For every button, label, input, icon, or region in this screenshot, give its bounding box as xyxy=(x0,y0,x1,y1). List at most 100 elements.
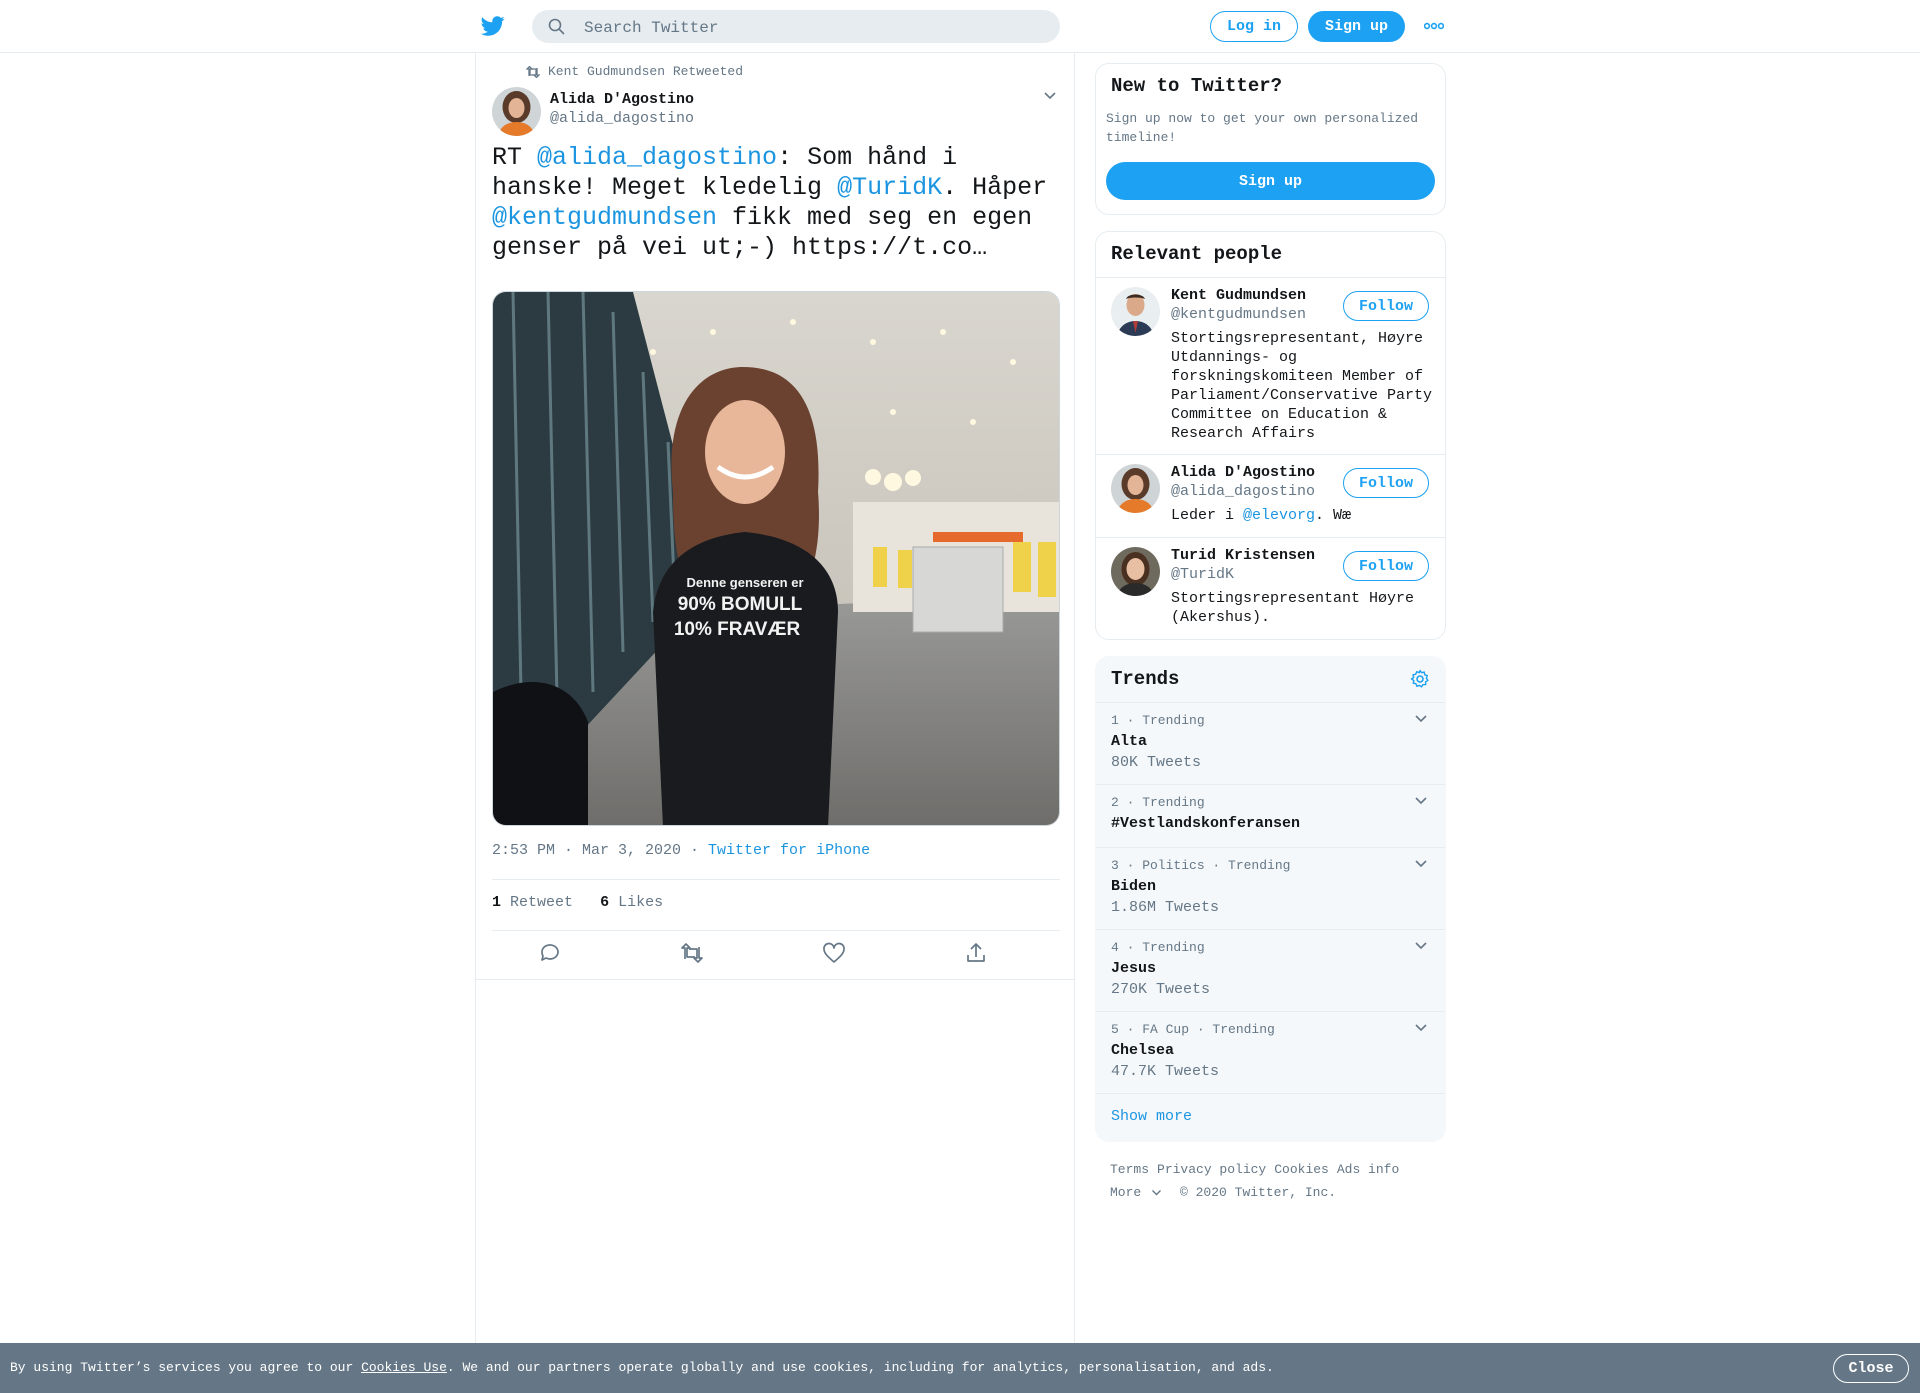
footer-link-terms[interactable]: Terms xyxy=(1110,1162,1149,1177)
person-name[interactable]: Turid Kristensen xyxy=(1171,547,1315,564)
tweet-timestamp[interactable]: 2:53 PM · Mar 3, 2020 xyxy=(492,842,681,859)
tweet-actions xyxy=(492,931,1060,979)
card-title: Relevant people xyxy=(1111,243,1283,265)
trend-item[interactable]: 5 · FA Cup · Trending Chelsea 47.7K Twee… xyxy=(1096,1011,1445,1094)
follow-button[interactable]: Follow xyxy=(1343,468,1429,498)
bio-text: Leder i xyxy=(1171,507,1244,524)
like-icon[interactable] xyxy=(822,941,846,965)
new-to-twitter-card: New to Twitter? Sign up now to get your … xyxy=(1095,63,1446,215)
trend-count: 80K Tweets xyxy=(1111,754,1202,771)
chevron-down-icon[interactable] xyxy=(1043,91,1057,101)
footer-link-ads-info[interactable]: Ads info xyxy=(1337,1162,1399,1177)
hoodie-text-line: 10% FRAVÆR xyxy=(674,619,801,640)
cookie-text-part: . We and our partners operate globally a… xyxy=(446,1360,1274,1375)
mention-link[interactable]: @TuridK xyxy=(837,173,942,202)
person-avatar[interactable] xyxy=(1111,547,1160,596)
mention-link[interactable]: @alida_dagostino xyxy=(537,143,777,172)
footer-link-privacy[interactable]: Privacy policy xyxy=(1157,1162,1266,1177)
person-avatar[interactable] xyxy=(1111,287,1160,336)
tweet-column: Kent Gudmundsen Retweeted Alida D'Agosti… xyxy=(475,53,1075,1343)
retweeted-by-link[interactable]: Kent Gudmundsen Retweeted xyxy=(548,64,743,79)
person-bio: Stortingsrepresentant Høyre (Akershus). xyxy=(1171,590,1415,626)
trend-name[interactable]: #Vestlandskonferansen xyxy=(1111,815,1300,832)
person-bio: Leder i @elevorg. Wæ xyxy=(1171,506,1436,525)
chevron-down-icon[interactable] xyxy=(1414,941,1428,951)
trend-item[interactable]: 3 · Politics · Trending Biden 1.86M Twee… xyxy=(1096,847,1445,930)
cookie-text-part: By using Twitter’s services you agree to… xyxy=(10,1360,362,1375)
tweet-text-part: . Håper xyxy=(942,173,1063,202)
trend-name[interactable]: Alta xyxy=(1111,733,1147,750)
retweet-count[interactable]: 1 xyxy=(492,894,501,911)
meta-separator: · xyxy=(681,842,709,859)
trend-item[interactable]: 4 · Trending Jesus 270K Tweets xyxy=(1096,929,1445,1012)
cookies-use-link[interactable]: Cookies Use xyxy=(361,1360,447,1375)
footer-more-label: More xyxy=(1110,1185,1142,1200)
search-input[interactable] xyxy=(582,10,1046,45)
trend-item[interactable]: 2 · Trending #Vestlandskonferansen xyxy=(1096,784,1445,848)
show-more-row: Show more xyxy=(1096,1093,1445,1141)
login-button[interactable]: Log in xyxy=(1210,11,1298,42)
chevron-down-icon[interactable] xyxy=(1414,1023,1428,1033)
footer-more-button[interactable]: More xyxy=(1110,1185,1162,1200)
search-icon xyxy=(548,18,565,35)
cookie-close-button[interactable]: Close xyxy=(1833,1354,1909,1383)
copyright: © 2020 Twitter, Inc. xyxy=(1180,1185,1337,1200)
trends-card: Trends 1 · Trending Alta 80K Tweets 2 · … xyxy=(1095,656,1446,1142)
retweet-icon[interactable] xyxy=(680,941,704,965)
tweet-source-link[interactable]: Twitter for iPhone xyxy=(708,842,870,859)
person-item[interactable]: Alida D'Agostino @alida_dagostino Follow… xyxy=(1096,454,1445,538)
search-box[interactable] xyxy=(532,10,1060,45)
trend-name[interactable]: Chelsea xyxy=(1111,1042,1174,1059)
tweet-photo[interactable]: Denne genseren er 90% BOMULL 10% FRAVÆR xyxy=(492,291,1060,826)
more-dots-icon[interactable] xyxy=(1424,20,1444,32)
person-name[interactable]: Alida D'Agostino xyxy=(1171,464,1315,481)
signup-wide-button[interactable]: Sign up xyxy=(1106,162,1435,200)
mention-link[interactable]: @elevorg xyxy=(1243,507,1315,524)
follow-button[interactable]: Follow xyxy=(1343,291,1429,321)
trend-meta: 1 · Trending xyxy=(1111,713,1205,728)
mention-link[interactable]: @kentgudmundsen xyxy=(492,203,717,232)
person-item[interactable]: Turid Kristensen @TuridK Follow Storting… xyxy=(1096,537,1445,639)
chevron-down-icon[interactable] xyxy=(1414,796,1428,806)
twitter-bird-icon[interactable] xyxy=(480,14,506,38)
trend-meta: 2 · Trending xyxy=(1111,795,1205,810)
author-avatar[interactable] xyxy=(492,87,541,136)
person-item[interactable]: Kent Gudmundsen @kentgudmundsen Follow S… xyxy=(1096,277,1445,455)
trend-count: 1.86M Tweets xyxy=(1111,899,1220,916)
bio-text: . Wæ xyxy=(1315,507,1352,524)
like-count[interactable]: 6 xyxy=(600,894,609,911)
follow-button[interactable]: Follow xyxy=(1343,551,1429,581)
trend-name[interactable]: Jesus xyxy=(1111,960,1156,977)
tweet-text: RT @alida_dagostino: Som hånd i hanske! … xyxy=(492,143,1052,263)
trend-count: 270K Tweets xyxy=(1111,981,1211,998)
chevron-down-icon[interactable] xyxy=(1414,714,1428,724)
tweet-meta: 2:53 PM · Mar 3, 2020 · Twitter for iPho… xyxy=(492,842,870,859)
cookie-text: By using Twitter’s services you agree to… xyxy=(10,1360,1274,1375)
divider xyxy=(476,979,1074,980)
person-handle: @TuridK xyxy=(1171,566,1235,583)
footer-link-cookies[interactable]: Cookies xyxy=(1274,1162,1329,1177)
like-label[interactable]: Likes xyxy=(618,894,663,911)
card-title: Trends xyxy=(1111,668,1180,690)
hoodie-text-line: 90% BOMULL xyxy=(678,594,803,615)
divider xyxy=(492,879,1060,880)
top-navigation-bar: Log in Sign up xyxy=(0,0,1920,53)
gear-icon[interactable] xyxy=(1410,669,1430,689)
trend-item[interactable]: 1 · Trending Alta 80K Tweets xyxy=(1096,702,1445,785)
trend-meta: 5 · FA Cup · Trending xyxy=(1111,1022,1275,1037)
author-name[interactable]: Alida D'Agostino xyxy=(550,91,694,108)
trend-name[interactable]: Biden xyxy=(1111,878,1156,895)
person-name[interactable]: Kent Gudmundsen xyxy=(1171,287,1306,304)
reply-icon[interactable] xyxy=(538,941,562,965)
chevron-down-icon[interactable] xyxy=(1414,859,1428,869)
signup-button[interactable]: Sign up xyxy=(1308,11,1405,42)
show-more-link[interactable]: Show more xyxy=(1111,1108,1192,1125)
person-avatar[interactable] xyxy=(1111,464,1160,513)
card-title: New to Twitter? xyxy=(1111,75,1283,97)
chevron-down-icon xyxy=(1152,1189,1162,1196)
person-handle: @alida_dagostino xyxy=(1171,483,1316,500)
relevant-people-card: Relevant people Kent Gudmundsen @kentgud… xyxy=(1095,231,1446,640)
share-icon[interactable] xyxy=(964,941,988,965)
trend-count: 47.7K Tweets xyxy=(1111,1063,1220,1080)
retweet-label[interactable]: Retweet xyxy=(510,894,573,911)
